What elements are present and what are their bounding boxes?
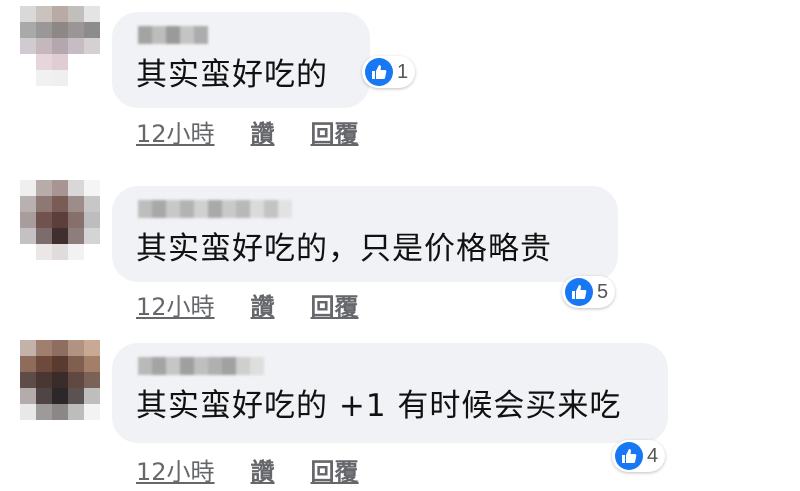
reaction-badge[interactable]: 5: [562, 276, 616, 308]
reaction-count: 5: [597, 280, 609, 303]
timestamp-link[interactable]: 12小時: [136, 452, 215, 487]
avatar[interactable]: [20, 6, 100, 86]
like-button[interactable]: 讚: [251, 287, 275, 322]
comment-actions: 12小時 讚 回覆: [136, 114, 395, 149]
author-name-blurred[interactable]: [138, 200, 292, 218]
thumbs-up-icon: [565, 278, 593, 306]
timestamp-link[interactable]: 12小時: [136, 287, 215, 322]
author-name-blurred[interactable]: [138, 357, 264, 375]
comment-actions: 12小時 讚 回覆: [136, 287, 395, 322]
comment-text: 其实蛮好吃的，只是价格略贵: [136, 231, 552, 267]
reaction-badge[interactable]: 4: [612, 440, 666, 472]
timestamp-link[interactable]: 12小時: [136, 114, 215, 149]
thumbs-up-icon: [615, 442, 643, 470]
author-name-blurred[interactable]: [138, 26, 208, 44]
comment-bubble[interactable]: 其实蛮好吃的: [112, 12, 370, 108]
like-button[interactable]: 讚: [251, 452, 275, 487]
like-button[interactable]: 讚: [251, 114, 275, 149]
reply-button[interactable]: 回覆: [311, 114, 359, 149]
comment-bubble[interactable]: 其实蛮好吃的，只是价格略贵: [112, 186, 618, 282]
comment-text: 其实蛮好吃的: [136, 57, 328, 93]
reaction-badge[interactable]: 1: [362, 56, 416, 88]
reaction-count: 4: [647, 444, 659, 467]
comment-bubble[interactable]: 其实蛮好吃的 +1 有时候会买来吃: [112, 343, 668, 443]
reply-button[interactable]: 回覆: [311, 287, 359, 322]
reaction-count: 1: [397, 60, 409, 83]
avatar[interactable]: [20, 340, 100, 420]
reply-button[interactable]: 回覆: [311, 452, 359, 487]
comment-text: 其实蛮好吃的 +1 有时候会买来吃: [136, 388, 622, 424]
avatar[interactable]: [20, 180, 100, 260]
thumbs-up-icon: [365, 58, 393, 86]
comment-actions: 12小時 讚 回覆: [136, 452, 395, 487]
